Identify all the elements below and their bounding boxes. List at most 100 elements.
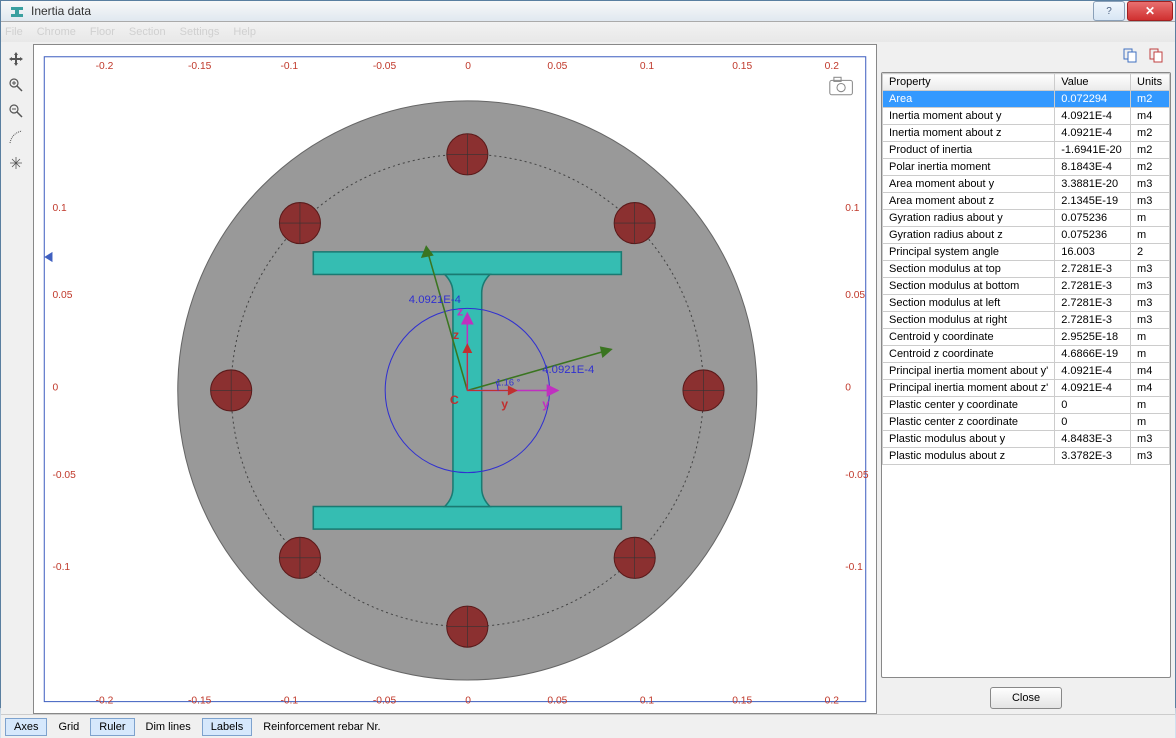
col-property[interactable]: Property [883,74,1055,91]
svg-text:-0.05: -0.05 [52,470,76,481]
svg-text:-0.2: -0.2 [96,61,114,72]
menu-item[interactable]: Chrome [37,26,76,38]
menu-item[interactable]: File [5,26,23,38]
svg-text:0.05: 0.05 [547,61,567,72]
table-row[interactable]: Plastic modulus about z3.3782E-3m3 [883,448,1170,465]
svg-text:C: C [450,393,459,407]
toggle-ruler[interactable]: Ruler [90,718,134,736]
svg-text:-0.1: -0.1 [52,562,70,573]
table-row[interactable]: Section modulus at top2.7281E-3m3 [883,261,1170,278]
table-row[interactable]: Plastic center z coordinate0m [883,414,1170,431]
toggle-reinforcement-rebar-nr-[interactable]: Reinforcement rebar Nr. [254,718,389,736]
toggle-grid[interactable]: Grid [49,718,88,736]
svg-text:0.1: 0.1 [640,696,655,707]
table-row[interactable]: Section modulus at bottom2.7281E-3m3 [883,278,1170,295]
svg-text:4.0921E-4: 4.0921E-4 [409,294,461,306]
svg-text:y: y [542,397,549,411]
measure-icon [8,129,24,145]
svg-text:0.15: 0.15 [732,61,752,72]
table-row[interactable]: Area0.072294m2 [883,91,1170,108]
svg-text:-0.1: -0.1 [280,61,298,72]
svg-text:-0.05: -0.05 [373,696,397,707]
svg-text:-0.05: -0.05 [373,61,397,72]
svg-text:0: 0 [465,696,471,707]
svg-text:0.2: 0.2 [825,61,840,72]
svg-text:0: 0 [52,382,58,393]
copy-icon [1122,47,1138,63]
left-toolbar [5,44,29,714]
copy-red-icon [1148,47,1164,63]
toggle-axes[interactable]: Axes [5,718,47,736]
svg-text:-0.15: -0.15 [188,696,212,707]
svg-text:y: y [501,397,508,411]
titlebar: Inertia data ? ✕ [1,1,1175,22]
table-row[interactable]: Gyration radius about y0.075236m [883,210,1170,227]
svg-text:0.1: 0.1 [52,203,67,214]
svg-text:1.16 °: 1.16 ° [496,377,521,387]
svg-text:0.05: 0.05 [52,290,72,301]
property-table-wrap: Property Value Units Area0.072294m2Inert… [881,72,1171,678]
table-row[interactable]: Inertia moment about y4.0921E-4m4 [883,108,1170,125]
svg-text:z: z [453,328,459,342]
table-row[interactable]: Section modulus at right2.7281E-3m3 [883,312,1170,329]
copy-red-button[interactable] [1145,44,1167,66]
svg-text:4.0921E-4: 4.0921E-4 [542,364,594,376]
zoom-out-icon [8,103,24,119]
table-row[interactable]: Principal system angle16.0032 [883,244,1170,261]
close-button[interactable]: Close [990,687,1062,709]
window: Inertia data ? ✕ File Chrome Floor Secti… [0,0,1176,708]
copy-button[interactable] [1119,44,1141,66]
svg-text:0.05: 0.05 [845,290,865,301]
svg-text:0.2: 0.2 [825,696,840,707]
col-value[interactable]: Value [1055,74,1131,91]
table-row[interactable]: Area moment about z2.1345E-19m3 [883,193,1170,210]
table-row[interactable]: Centroid z coordinate4.6866E-19m [883,346,1170,363]
table-row[interactable]: Product of inertia-1.6941E-20m2 [883,142,1170,159]
menu-item[interactable]: Settings [180,26,220,38]
snap-icon [8,155,24,171]
move-icon [8,51,24,67]
col-units[interactable]: Units [1131,74,1170,91]
canvas[interactable]: -0.2 -0.15 -0.1 -0.05 0 0.05 0.1 0.15 0.… [33,44,877,714]
table-row[interactable]: Principal inertia moment about y'4.0921E… [883,363,1170,380]
svg-text:-0.1: -0.1 [280,696,298,707]
right-panel: Property Value Units Area0.072294m2Inert… [881,44,1171,714]
svg-text:-0.1: -0.1 [845,562,863,573]
svg-text:z: z [457,305,463,319]
toggle-dim-lines[interactable]: Dim lines [137,718,200,736]
bottom-toolbar: AxesGridRulerDim linesLabelsReinforcemen… [1,714,1175,738]
table-row[interactable]: Area moment about y3.3881E-20m3 [883,176,1170,193]
svg-text:0: 0 [845,382,851,393]
zoom-in-tool[interactable] [5,74,27,96]
svg-text:0.05: 0.05 [547,696,567,707]
svg-text:0.1: 0.1 [640,61,655,72]
svg-text:0.1: 0.1 [845,203,860,214]
help-button[interactable]: ? [1093,1,1125,21]
table-row[interactable]: Plastic modulus about y4.8483E-3m3 [883,431,1170,448]
camera-icon [830,77,853,94]
window-title: Inertia data [31,4,1091,18]
menu-item[interactable]: Floor [90,26,115,38]
table-row[interactable]: Principal inertia moment about z'4.0921E… [883,380,1170,397]
close-window-button[interactable]: ✕ [1127,1,1173,21]
table-row[interactable]: Gyration radius about z0.075236m [883,227,1170,244]
menu-item[interactable]: Section [129,26,166,38]
table-row[interactable]: Section modulus at left2.7281E-3m3 [883,295,1170,312]
table-row[interactable]: Inertia moment about z4.0921E-4m2 [883,125,1170,142]
menubar: File Chrome Floor Section Settings Help [1,22,1175,42]
svg-text:-0.05: -0.05 [845,470,869,481]
table-row[interactable]: Plastic center y coordinate0m [883,397,1170,414]
toggle-labels[interactable]: Labels [202,718,252,736]
property-table[interactable]: Property Value Units Area0.072294m2Inert… [882,73,1170,465]
table-row[interactable]: Polar inertia moment8.1843E-4m2 [883,159,1170,176]
measure-tool[interactable] [5,126,27,148]
snap-tool[interactable] [5,152,27,174]
zoom-out-tool[interactable] [5,100,27,122]
app-icon [9,3,25,19]
pan-tool[interactable] [5,48,27,70]
svg-text:-0.15: -0.15 [188,61,212,72]
menu-item[interactable]: Help [233,26,256,38]
svg-text:0: 0 [465,61,471,72]
table-row[interactable]: Centroid y coordinate2.9525E-18m [883,329,1170,346]
content: File Chrome Floor Section Settings Help [1,22,1175,738]
